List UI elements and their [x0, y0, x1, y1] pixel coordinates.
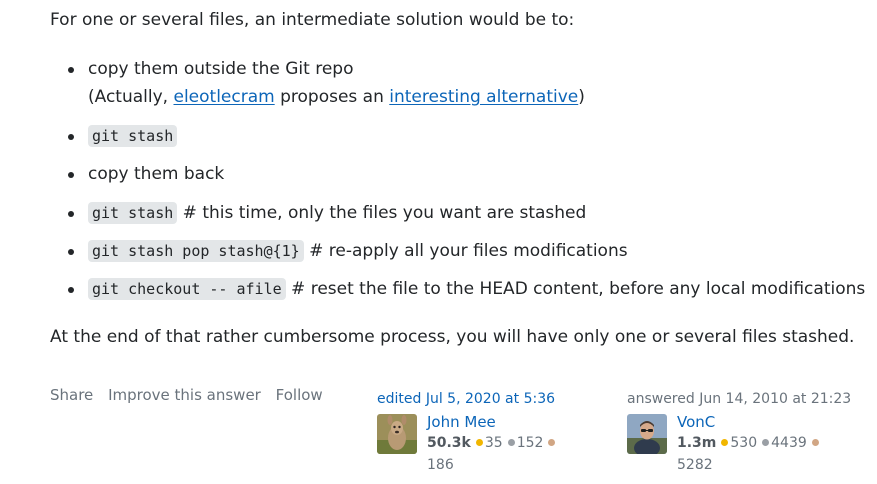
owner-signature: answered Jun 14, 2010 at 21:23 VonC 1.3m… — [627, 388, 867, 480]
code-git-stash-pop: git stash pop stash@{1} — [88, 240, 304, 262]
gold-badge-count: 35 — [484, 435, 503, 451]
gold-badge-icon — [721, 439, 729, 446]
owner-details: VonC 1.3m 530 4439 5282 — [677, 412, 827, 476]
edited-time-link[interactable]: edited Jul 5, 2020 at 5:36 — [377, 388, 607, 410]
bullet — [68, 249, 74, 255]
editor-details: John Mee 50.3k 35 152 186 — [427, 412, 577, 476]
silver-badge-icon — [507, 439, 515, 446]
step-text: copy them back — [88, 164, 225, 184]
kangaroo-avatar-icon — [377, 414, 417, 454]
owner-flair: 1.3m 530 4439 5282 — [677, 432, 827, 476]
step-comment: # this time, only the files you want are… — [177, 203, 587, 223]
note-prefix: (Actually, — [88, 87, 174, 107]
list-item: git checkout -- afile # reset the file t… — [68, 278, 866, 300]
gold-badge-count: 530 — [730, 435, 758, 451]
link-interesting-alternative[interactable]: interesting alternative — [389, 87, 578, 107]
improve-answer-link[interactable]: Improve this answer — [108, 386, 261, 404]
note-mid: proposes an — [274, 87, 390, 107]
person-avatar-icon — [627, 414, 667, 454]
list-item: git stash # this time, only the files yo… — [68, 202, 587, 224]
bullet — [68, 211, 74, 217]
note-suffix: ) — [578, 87, 585, 107]
bullet — [68, 172, 74, 178]
reputation-score: 50.3k — [427, 435, 471, 451]
step-note: (Actually, eleotlecram proposes an inter… — [88, 86, 585, 108]
intro-paragraph: For one or several files, an intermediat… — [50, 10, 575, 30]
link-eleotlecram[interactable]: eleotlecram — [173, 87, 274, 107]
step-text: copy them outside the Git repo — [88, 59, 354, 79]
list-item: copy them back — [68, 163, 225, 185]
bronze-badge-count: 186 — [427, 457, 454, 473]
bullet — [68, 287, 74, 293]
reputation-score: 1.3m — [677, 435, 717, 451]
editor-signature: edited Jul 5, 2020 at 5:36 John Mee 50.3… — [377, 388, 607, 480]
bronze-badge-icon — [811, 439, 819, 446]
bullet — [68, 134, 74, 140]
list-item: git stash pop stash@{1} # re-apply all y… — [68, 240, 628, 262]
bronze-badge-icon — [548, 439, 556, 446]
bronze-badge-count: 5282 — [677, 457, 713, 473]
silver-badge-icon — [762, 439, 770, 446]
code-git-stash: git stash — [88, 125, 178, 147]
silver-badge-count: 152 — [516, 435, 544, 451]
outro-paragraph: At the end of that rather cumbersome pro… — [50, 327, 855, 347]
list-item: git stash — [68, 125, 178, 147]
editor-flair: 50.3k 35 152 186 — [427, 432, 577, 476]
step-comment: # reset the file to the HEAD content, be… — [285, 279, 866, 299]
post-actions: Share Improve this answer Follow — [50, 386, 333, 404]
answered-time: answered Jun 14, 2010 at 21:23 — [627, 391, 852, 407]
avatar[interactable] — [627, 414, 667, 454]
follow-link[interactable]: Follow — [276, 386, 323, 404]
owner-username[interactable]: VonC — [677, 412, 827, 432]
avatar[interactable] — [377, 414, 417, 454]
editor-username[interactable]: John Mee — [427, 412, 577, 432]
gold-badge-icon — [475, 439, 483, 446]
list-item: copy them outside the Git repo (Actually… — [68, 58, 585, 108]
silver-badge-count: 4439 — [771, 435, 807, 451]
bullet — [68, 67, 74, 73]
code-git-stash-again: git stash — [88, 202, 178, 224]
share-link[interactable]: Share — [50, 386, 93, 404]
code-git-checkout: git checkout -- afile — [88, 278, 286, 300]
step-comment: # re-apply all your files modifications — [303, 241, 628, 261]
